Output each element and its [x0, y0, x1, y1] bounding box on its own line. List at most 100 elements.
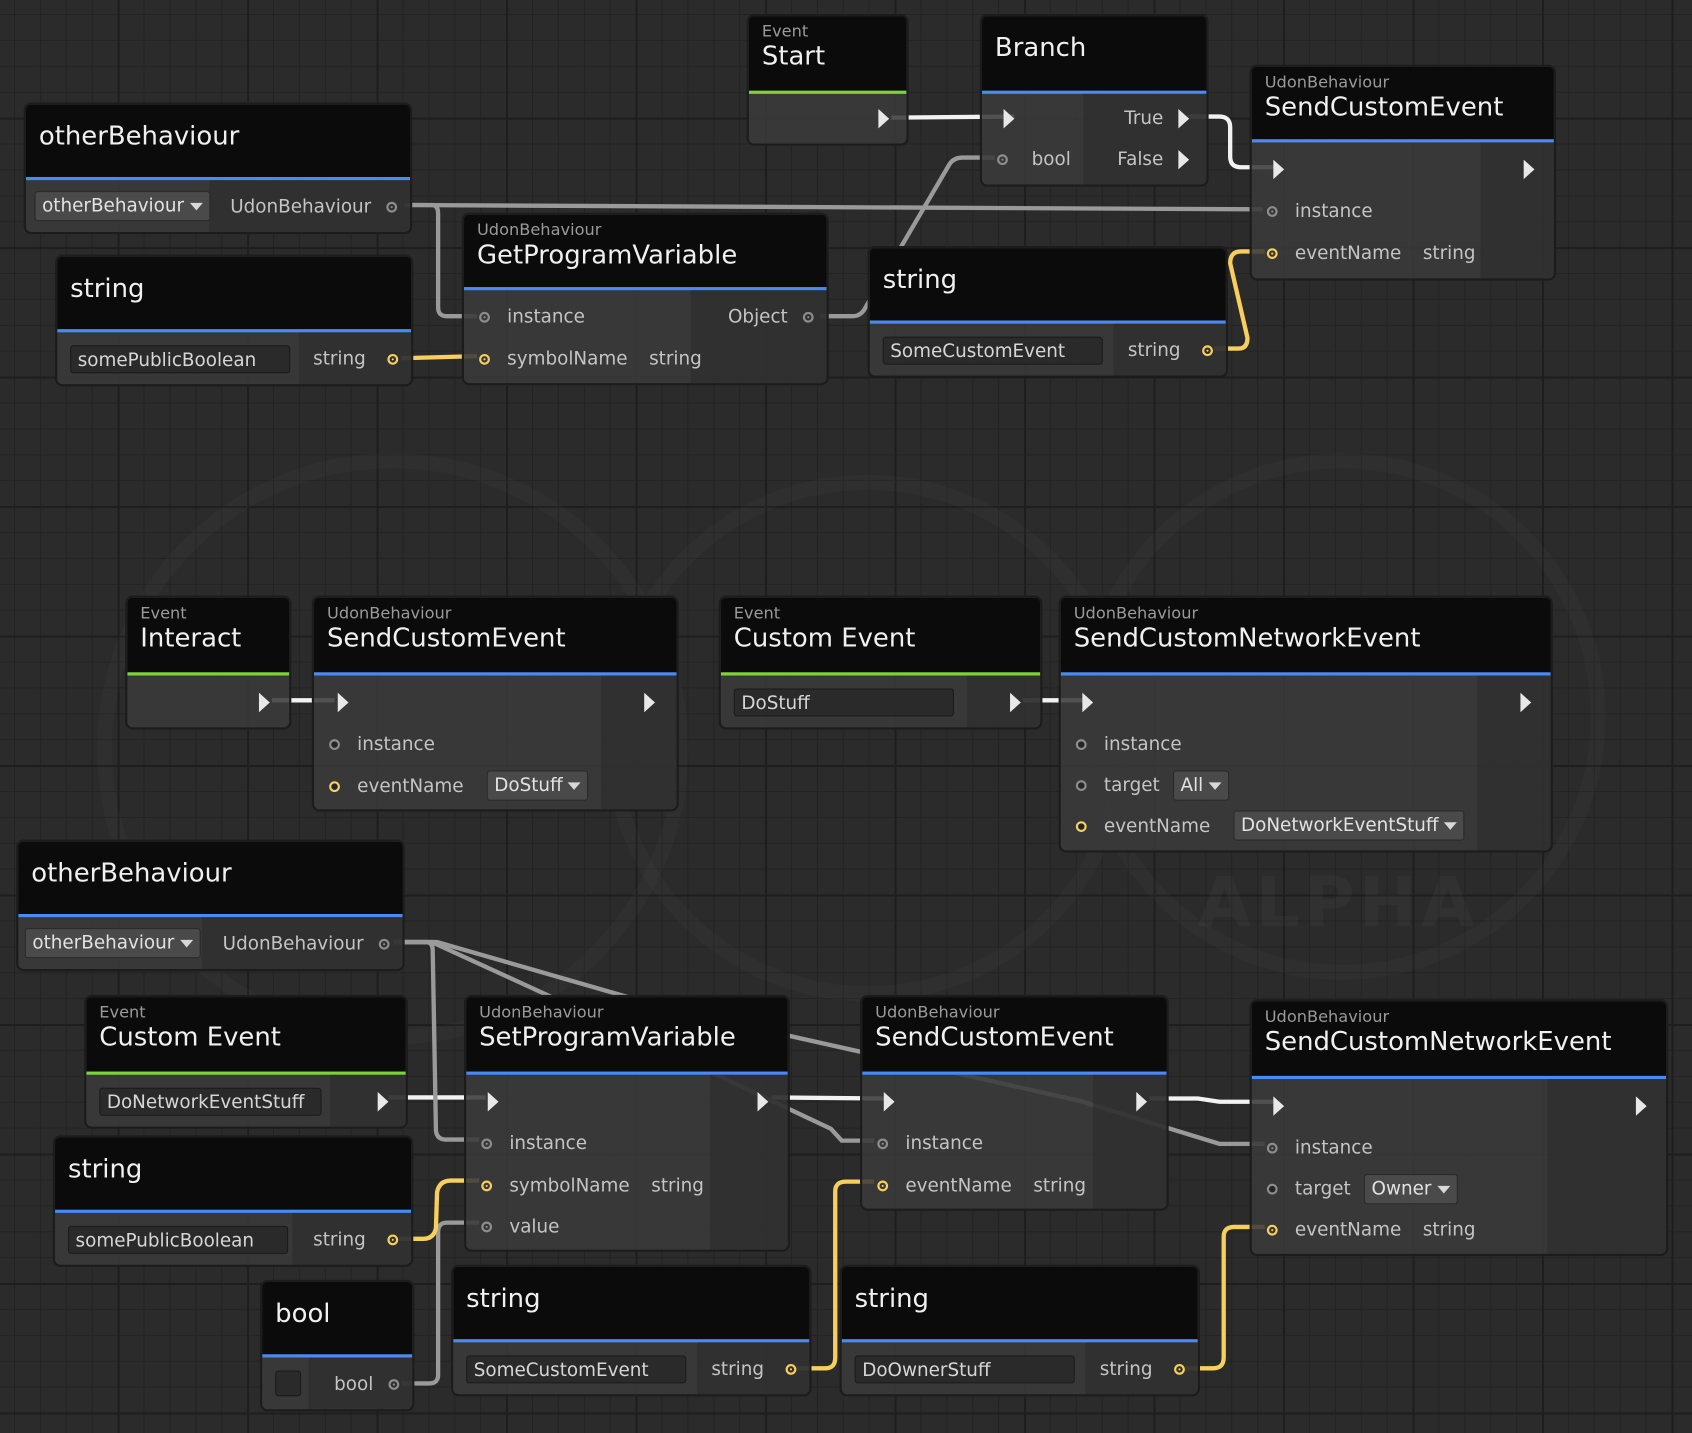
event-name-port[interactable] [877, 1180, 889, 1192]
symbol-name-port[interactable] [481, 1180, 493, 1192]
flow-out-port[interactable] [1010, 692, 1021, 713]
event-name-dropdown[interactable]: DoNetworkEventStuff [1233, 810, 1465, 841]
graph-canvas[interactable]: ALPHA Event Start [0, 0, 1692, 1433]
node-string-const[interactable]: string SomeCustomEvent string [451, 1264, 812, 1397]
target-dropdown[interactable]: All [1172, 770, 1230, 801]
event-name-port[interactable] [329, 781, 340, 793]
flow-out-port[interactable] [1635, 1096, 1647, 1116]
flow-out-port[interactable] [1520, 692, 1532, 713]
port-type: string [1099, 1358, 1153, 1381]
chevron-down-icon [1443, 821, 1457, 830]
instance-port[interactable] [1266, 1142, 1278, 1154]
target-port[interactable] [1075, 780, 1087, 791]
port-label: instance [905, 1133, 984, 1155]
instance-port[interactable] [1075, 739, 1087, 750]
string-out-port[interactable] [1174, 1363, 1185, 1375]
event-name-dropdown[interactable]: DoStuff [486, 770, 589, 801]
port-label: eventName [1294, 1219, 1402, 1241]
value-port[interactable] [481, 1221, 493, 1233]
flow-out-port[interactable] [377, 1092, 389, 1112]
port-type: UdonBehaviour [230, 196, 372, 218]
node-string-const[interactable]: string DoOwnerStuff string [839, 1264, 1200, 1397]
flow-out-port[interactable] [644, 692, 656, 713]
node-category: UdonBehaviour [326, 603, 452, 623]
bool-out-port[interactable] [388, 1379, 400, 1390]
node-title: string [854, 1283, 930, 1314]
node-send-custom-event[interactable]: UdonBehaviour SendCustomEvent instance e… [311, 595, 679, 812]
node-event-custom[interactable]: Event Custom Event DoNetworkEventStuff [84, 994, 408, 1129]
node-title: SendCustomNetworkEvent [1264, 1026, 1612, 1057]
event-name-port[interactable] [1266, 248, 1278, 259]
true-label: True [1124, 107, 1164, 130]
node-title: string [882, 264, 958, 295]
node-get-program-variable[interactable]: UdonBehaviour GetProgramVariable instanc… [461, 212, 829, 386]
node-send-custom-network-event[interactable]: UdonBehaviour SendCustomNetworkEvent ins… [1058, 595, 1553, 853]
flow-out-port[interactable] [757, 1092, 769, 1112]
target-dropdown[interactable]: Owner [1363, 1174, 1458, 1205]
instance-port[interactable] [877, 1138, 889, 1150]
string-out-port[interactable] [387, 1234, 399, 1246]
watermark-text: ALPHA [1198, 863, 1479, 943]
string-out-port[interactable] [785, 1363, 797, 1375]
node-category: Event [99, 1002, 146, 1022]
node-title: bool [275, 1298, 331, 1329]
port-type: string [1422, 1219, 1476, 1241]
string-out-port[interactable] [387, 353, 399, 365]
string-out-port[interactable] [1202, 345, 1213, 357]
flow-out-port[interactable] [258, 692, 270, 713]
port-label: target [1294, 1178, 1351, 1200]
symbol-name-port[interactable] [479, 353, 490, 365]
node-title: otherBehaviour [38, 120, 240, 152]
port-label: instance [509, 1133, 588, 1155]
node-send-custom-event[interactable]: UdonBehaviour SendCustomEvent instance e… [860, 994, 1169, 1211]
watermark-ring [604, 475, 1131, 1002]
node-title: SendCustomNetworkEvent [1073, 622, 1421, 653]
event-name-port[interactable] [1075, 821, 1087, 832]
instance-port[interactable] [481, 1138, 493, 1150]
node-send-custom-event[interactable]: UdonBehaviour SendCustomEvent instance e… [1249, 64, 1557, 281]
udon-behaviour-out-port[interactable] [378, 938, 390, 950]
node-category: UdonBehaviour [1264, 72, 1390, 92]
node-variable-other-behaviour[interactable]: otherBehaviour otherBehaviour UdonBehavi… [23, 102, 413, 235]
node-string-const[interactable]: string somePublicBoolean string [52, 1135, 414, 1267]
flow-out-port[interactable] [878, 108, 890, 129]
port-type: string [651, 1175, 704, 1197]
target-port[interactable] [1266, 1183, 1278, 1195]
chevron-down-icon [568, 781, 582, 790]
port-label: eventName [357, 775, 464, 798]
node-string-const[interactable]: string somePublicBoolean string [55, 254, 414, 387]
node-branch[interactable]: Branch bool True False [979, 14, 1209, 187]
flow-out-port[interactable] [1523, 159, 1535, 180]
node-category: Event [140, 603, 187, 623]
port-type: Object [727, 306, 788, 329]
udon-behaviour-out-port[interactable] [386, 201, 398, 213]
node-bool-const[interactable]: bool bool [260, 1279, 415, 1412]
port-label: instance [1294, 1137, 1373, 1159]
chevron-down-icon [1436, 1185, 1450, 1193]
port-type: string [313, 348, 366, 371]
event-name-port[interactable] [1266, 1224, 1278, 1236]
node-category: UdonBehaviour [479, 1002, 604, 1022]
flow-out-port[interactable] [1136, 1092, 1148, 1112]
port-label: eventName [1103, 815, 1211, 838]
node-variable-other-behaviour[interactable]: otherBehaviour otherBehaviour UdonBehavi… [16, 839, 405, 972]
node-string-const[interactable]: string SomeCustomEvent string [867, 246, 1229, 378]
node-event-start[interactable]: Event Start [746, 14, 909, 146]
port-label: instance [1294, 200, 1373, 223]
node-event-interact[interactable]: Event Interact [125, 595, 292, 730]
flow-out-false-port[interactable] [1178, 149, 1190, 170]
port-label: symbolName [509, 1175, 630, 1197]
node-title: Custom Event [99, 1021, 281, 1053]
object-out-port[interactable] [802, 311, 814, 323]
false-label: False [1117, 148, 1164, 171]
port-type: string [1033, 1175, 1086, 1197]
node-title: SendCustomEvent [875, 1021, 1114, 1053]
node-send-custom-network-event[interactable]: UdonBehaviour SendCustomNetworkEvent ins… [1249, 999, 1669, 1257]
instance-port[interactable] [1266, 206, 1278, 217]
instance-port[interactable] [329, 739, 340, 750]
flow-out-true-port[interactable] [1178, 108, 1190, 129]
node-set-program-variable[interactable]: UdonBehaviour SetProgramVariable instanc… [464, 994, 790, 1252]
node-title: string [466, 1283, 541, 1314]
node-category: UdonBehaviour [875, 1002, 1000, 1022]
node-event-custom[interactable]: Event Custom Event DoStuff [718, 595, 1043, 730]
